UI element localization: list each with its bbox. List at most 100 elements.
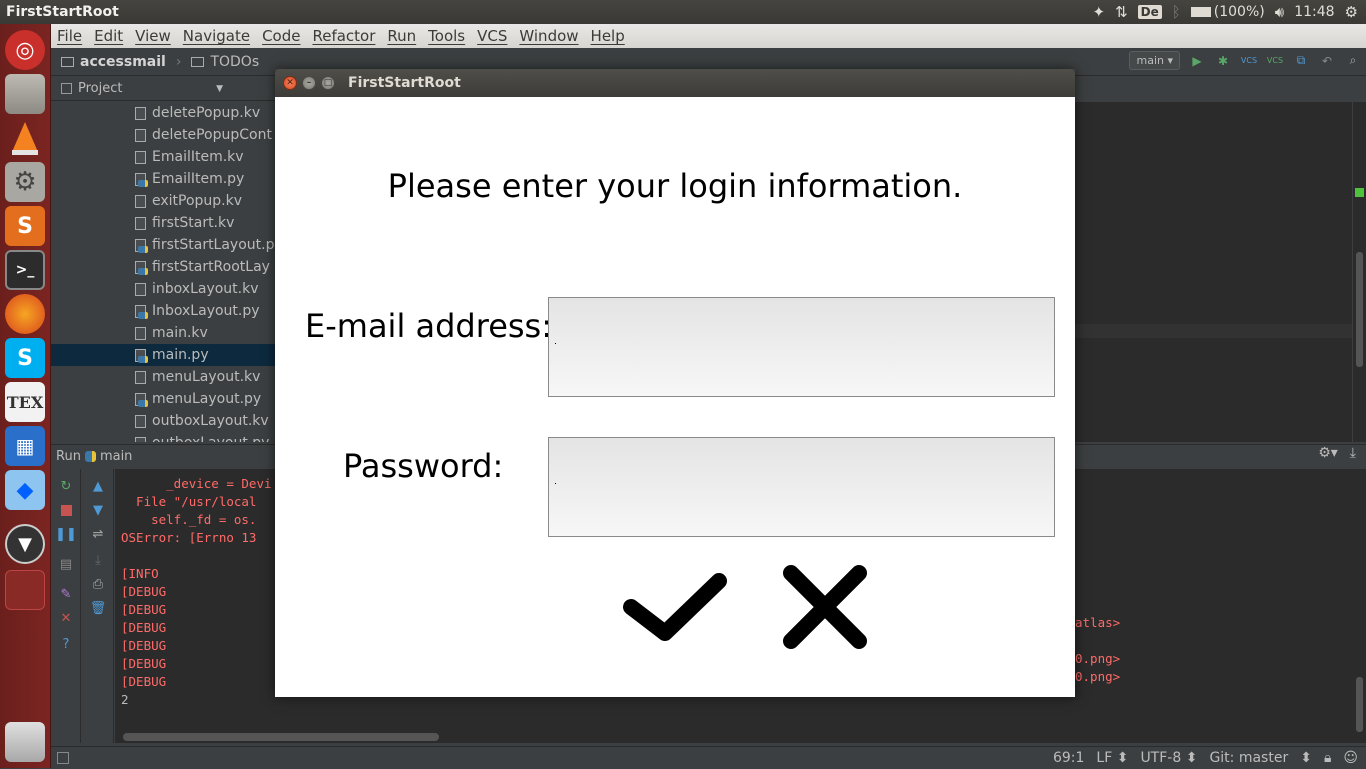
project-file-item[interactable]: main.py [51,344,276,366]
project-file-item[interactable]: firstStartLayout.p [51,234,276,256]
files-icon[interactable] [5,74,45,114]
inspector-icon[interactable]: ☺ [1343,750,1358,766]
cursor-position[interactable]: 69:1 [1053,750,1084,766]
skype-icon[interactable]: S [5,338,45,378]
console-vertical-thumb[interactable] [1356,677,1363,732]
debug-icon[interactable]: ✱ [1214,52,1232,70]
workspace-switcher-icon[interactable] [5,570,45,610]
project-file-item[interactable]: inboxLayout.kv [51,278,276,300]
stop-icon[interactable] [57,501,75,519]
menu-navigate[interactable]: Navigate [177,27,256,45]
menu-help[interactable]: Help [585,27,631,45]
network-icon[interactable]: ⇅ [1115,3,1128,21]
kivy-icon[interactable]: ▼ [5,524,45,564]
menu-vcs[interactable]: VCS [471,27,513,45]
project-file-item[interactable]: outboxLayout.py [51,432,276,442]
menu-file[interactable]: File [51,27,88,45]
console-horizontal-scrollbar[interactable] [115,731,1353,743]
run-tab-config[interactable]: main [100,449,132,464]
editor-area[interactable] [1075,102,1352,442]
close-icon[interactable]: ✕ [57,609,75,627]
firefox-icon[interactable] [5,294,45,334]
help-icon[interactable]: ? [57,635,75,653]
texmaker-icon[interactable]: TEX [5,382,45,422]
tool-windows-toggle-icon[interactable] [57,752,69,764]
cancel-button[interactable] [781,563,869,651]
menu-edit[interactable]: Edit [88,27,129,45]
email-input[interactable] [549,298,1054,396]
arrow-up-icon[interactable]: ▲ [89,477,107,495]
project-file-item[interactable]: firstStart.kv [51,212,276,234]
vcs-update-icon[interactable]: VCS [1240,52,1258,70]
project-file-item[interactable]: main.kv [51,322,276,344]
menu-tools[interactable]: Tools [422,27,471,45]
clock[interactable]: 11:48 [1294,4,1334,20]
run-icon[interactable]: ▶ [1188,52,1206,70]
run-configuration-select[interactable]: main ▾ [1129,51,1180,70]
breadcrumb-folder[interactable]: TODOs [210,54,259,70]
dump-threads-icon[interactable]: ▤ [57,555,75,573]
menu-run[interactable]: Run [381,27,422,45]
project-file-item[interactable]: deletePopupCont [51,124,276,146]
maximize-icon[interactable]: □ [321,76,335,90]
dialog-titlebar[interactable]: ✕ – □ FirstStartRoot [275,69,1075,97]
confirm-button[interactable] [623,567,727,647]
project-file-item[interactable]: outboxLayout.kv [51,410,276,432]
arrow-down-icon[interactable]: ▼ [89,501,107,519]
editor-scroll-thumb[interactable] [1356,252,1363,367]
terminal-icon[interactable]: >_ [5,250,45,290]
password-input[interactable] [549,438,1054,536]
dropbox-icon[interactable]: ◆ [5,470,45,510]
console-horizontal-thumb[interactable] [123,733,439,741]
project-file-item[interactable]: InboxLayout.py [51,300,276,322]
project-file-item[interactable]: EmailItem.py [51,168,276,190]
menu-window[interactable]: Window [513,27,584,45]
soft-wrap-icon[interactable]: ⇌ [89,525,107,543]
inspection-status-icon[interactable] [1355,188,1364,197]
project-file-item[interactable]: exitPopup.kv [51,190,276,212]
gear-icon[interactable]: ⚙▾ [1318,445,1338,461]
rerun-icon[interactable]: ↻ [57,477,75,495]
battery-indicator[interactable]: (100%) [1191,4,1265,20]
scroll-to-end-icon[interactable]: ⤓ [89,551,107,569]
project-file-item[interactable]: EmailItem.kv [51,146,276,168]
project-panel-header[interactable]: Project ▼ [51,77,281,101]
email-field[interactable] [548,297,1055,397]
vlc-icon[interactable] [5,118,45,158]
vcs-commit-icon[interactable]: VCS [1266,52,1284,70]
project-file-item[interactable]: menuLayout.kv [51,366,276,388]
hide-panel-icon[interactable]: ⤓ [1350,445,1356,461]
volume-icon[interactable]: 🔊︎ [1275,3,1284,21]
lock-icon[interactable]: 🔒︎ [1324,750,1331,766]
pin-icon[interactable]: ✎ [57,585,75,603]
pause-icon[interactable]: ❚❚ [57,525,75,543]
menu-code[interactable]: Code [256,27,306,45]
print-icon[interactable]: ⎙ [89,575,107,593]
line-ending[interactable]: LF ⬍ [1096,750,1128,766]
breadcrumb-project[interactable]: accessmail [80,54,166,70]
trash-icon[interactable] [5,722,45,762]
project-file-item[interactable]: menuLayout.py [51,388,276,410]
system-settings-icon[interactable]: ⚙ [5,162,45,202]
chevron-down-icon[interactable]: ▼ [216,84,223,94]
editor-scrollbar[interactable] [1352,102,1366,442]
calculator-icon[interactable]: ▦ [5,426,45,466]
sublime-text-icon[interactable]: S [5,206,45,246]
vcs-branch-switch-icon[interactable]: ⬍ [1300,750,1312,766]
console-vertical-scrollbar[interactable] [1353,469,1366,743]
menu-view[interactable]: View [129,27,177,45]
gear-icon[interactable]: ⚙ [1345,3,1358,21]
undo-icon[interactable]: ↶ [1318,52,1336,70]
ubuntu-dash-icon[interactable]: ◎ [5,30,45,70]
password-field[interactable] [548,437,1055,537]
project-file-item[interactable]: deletePopup.kv [51,102,276,124]
menu-refactor[interactable]: Refactor [306,27,381,45]
minimize-icon[interactable]: – [302,76,316,90]
vcs-branch[interactable]: Git: master [1209,750,1288,766]
dropbox-tray-icon[interactable]: ✦ [1093,3,1106,21]
run-tab-label[interactable]: Run [56,449,81,464]
trash-icon[interactable]: 🗑︎ [89,599,107,617]
keyboard-layout-indicator[interactable]: De [1138,5,1162,19]
vcs-compare-icon[interactable]: ⧉ [1292,52,1310,70]
file-encoding[interactable]: UTF-8 ⬍ [1140,750,1197,766]
